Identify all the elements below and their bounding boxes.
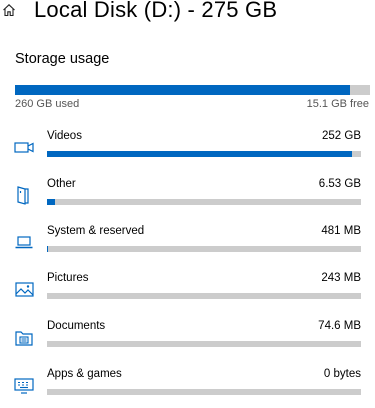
category-documents[interactable]: Documents 74.6 MB <box>0 320 375 360</box>
laptop-icon <box>12 232 36 252</box>
page-header: Local Disk (D:) - 275 GB <box>0 0 375 30</box>
category-usage-fill <box>47 151 352 157</box>
category-pictures[interactable]: Pictures 243 MB <box>0 272 375 312</box>
home-icon[interactable] <box>2 3 16 17</box>
category-usage-bar <box>47 389 361 395</box>
storage-usage-bar <box>15 85 370 95</box>
category-usage-fill <box>47 246 48 252</box>
category-name: System & reserved <box>47 225 145 237</box>
category-usage-bar <box>47 246 361 252</box>
category-size: 6.53 GB <box>318 178 361 190</box>
folder-icon <box>12 327 36 347</box>
category-size: 481 MB <box>321 225 361 237</box>
category-usage-bar <box>47 151 361 157</box>
used-space-label: 260 GB used <box>15 98 80 110</box>
category-other[interactable]: Other 6.53 GB <box>0 178 375 218</box>
category-videos[interactable]: Videos 252 GB <box>0 130 375 170</box>
category-usage-bar <box>47 293 361 299</box>
category-size: 0 bytes <box>323 368 361 380</box>
category-name: Videos <box>47 130 82 142</box>
free-space-label: 15.1 GB free <box>306 98 369 110</box>
category-name: Apps & games <box>47 368 122 380</box>
storage-usage-fill <box>15 85 351 95</box>
category-apps-games[interactable]: Apps & games 0 bytes <box>0 368 375 408</box>
category-name: Documents <box>47 320 106 332</box>
category-name: Pictures <box>47 272 89 284</box>
category-system-reserved[interactable]: System & reserved 481 MB <box>0 225 375 265</box>
category-usage-bar <box>47 199 361 205</box>
category-size: 74.6 MB <box>318 320 361 332</box>
category-size: 252 GB <box>322 130 361 142</box>
picture-icon <box>12 279 36 299</box>
section-title: Storage usage <box>15 51 110 67</box>
page-title: Local Disk (D:) - 275 GB <box>34 0 278 22</box>
category-usage-fill <box>47 199 55 205</box>
keyboard-icon <box>12 375 36 395</box>
book-icon <box>12 185 36 205</box>
category-size: 243 MB <box>321 272 361 284</box>
video-icon <box>12 137 36 157</box>
category-usage-bar <box>47 341 361 347</box>
category-name: Other <box>47 178 76 190</box>
